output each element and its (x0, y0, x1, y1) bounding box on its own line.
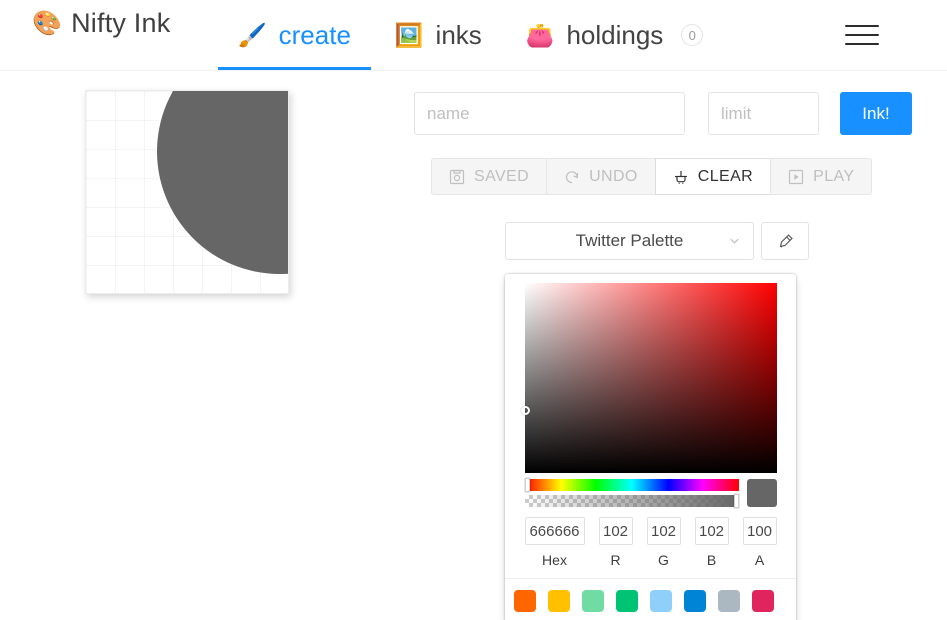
alpha-label: A (754, 552, 765, 568)
undo-button-label: UNDO (589, 167, 638, 185)
red-label: R (610, 552, 621, 568)
hex-label: Hex (542, 552, 567, 568)
name-input[interactable] (414, 92, 685, 135)
undo-icon (566, 170, 579, 183)
hamburger-menu-icon[interactable] (845, 18, 879, 52)
tab-create-label: create (278, 19, 351, 50)
brand-title: Nifty Ink (71, 8, 171, 38)
alpha-field-group: A (742, 517, 777, 568)
preset-swatches (505, 578, 796, 620)
hamburger-bar (845, 43, 879, 45)
blue-label: B (706, 552, 717, 568)
slider-stack (524, 478, 739, 508)
nav-tabs: 🖌️ create 🖼️ inks 👛 holdings 0 (216, 0, 725, 70)
play-square-icon (789, 169, 804, 184)
red-field-group: R (598, 517, 633, 568)
color-picker: Hex R G B A (505, 274, 796, 620)
highlighter-pen-button[interactable] (761, 222, 809, 260)
preset-swatch[interactable] (616, 590, 638, 612)
app-header: 🎨 Nifty Ink 🖌️ create 🖼️ inks 👛 holdings… (0, 0, 947, 71)
alpha-slider[interactable] (524, 494, 739, 508)
preset-swatch[interactable] (718, 590, 740, 612)
saturation-pointer[interactable] (520, 406, 530, 416)
blue-field-group: B (694, 517, 729, 568)
color-preview-swatch (746, 479, 777, 507)
ink-button[interactable]: Ink! (840, 92, 912, 135)
green-input[interactable] (646, 517, 681, 545)
hex-input[interactable] (524, 517, 585, 545)
brush-icon (674, 170, 687, 184)
framed-picture-icon: 🖼️ (394, 21, 424, 48)
preset-swatch[interactable] (514, 590, 536, 612)
red-input[interactable] (598, 517, 633, 545)
tab-inks-label: inks (435, 19, 482, 50)
brand-logo[interactable]: 🎨 Nifty Ink (32, 8, 170, 39)
tab-holdings-label: holdings (566, 19, 664, 50)
tab-holdings[interactable]: 👛 holdings 0 (504, 0, 726, 70)
play-button[interactable]: PLAY (770, 158, 873, 195)
hamburger-bar (845, 25, 879, 27)
blue-input[interactable] (694, 517, 729, 545)
palette-select-value: Twitter Palette (575, 231, 684, 250)
play-button-label: PLAY (813, 167, 855, 185)
tab-inks[interactable]: 🖼️ inks (373, 0, 504, 70)
undo-button[interactable]: UNDO (546, 158, 656, 195)
green-label: G (658, 552, 669, 568)
preset-swatch[interactable] (650, 590, 672, 612)
highlighter-pen-icon (779, 233, 793, 248)
limit-input[interactable] (708, 92, 819, 135)
clear-button[interactable]: CLEAR (654, 158, 772, 195)
palette-select[interactable]: Twitter Palette (505, 222, 754, 260)
saved-button-label: SAVED (474, 167, 530, 185)
hamburger-bar (845, 34, 879, 36)
saturation-value-area[interactable] (520, 283, 777, 473)
preset-swatch[interactable] (684, 590, 706, 612)
paintbrush-icon: 🖌️ (238, 21, 267, 48)
drawing-toolbar: SAVED UNDO CLEAR PLAY (431, 158, 873, 195)
green-field-group: G (646, 517, 681, 568)
tab-create[interactable]: 🖌️ create (216, 0, 373, 70)
preset-swatch[interactable] (582, 590, 604, 612)
saved-button[interactable]: SAVED (431, 158, 548, 195)
alpha-slider-knob[interactable] (733, 494, 739, 508)
preset-swatch[interactable] (548, 590, 570, 612)
color-sliders (524, 478, 777, 508)
mint-controls: Ink! (414, 92, 912, 135)
clear-button-label: CLEAR (697, 167, 754, 185)
save-icon (449, 169, 465, 184)
hex-field-group: Hex (524, 517, 585, 568)
drawing-canvas[interactable] (85, 90, 289, 294)
holdings-count-badge: 0 (681, 24, 704, 46)
preset-swatch[interactable] (752, 590, 774, 612)
hue-slider[interactable] (524, 478, 739, 492)
alpha-input[interactable] (742, 517, 777, 545)
color-value-fields: Hex R G B A (524, 517, 777, 568)
palette-controls: Twitter Palette (505, 222, 809, 260)
palette-icon: 🎨 (32, 9, 63, 37)
app-root: 🎨 Nifty Ink 🖌️ create 🖼️ inks 👛 holdings… (0, 0, 947, 620)
purse-icon: 👛 (525, 21, 555, 48)
hue-slider-knob[interactable] (524, 478, 530, 492)
chevron-down-icon (730, 238, 739, 244)
